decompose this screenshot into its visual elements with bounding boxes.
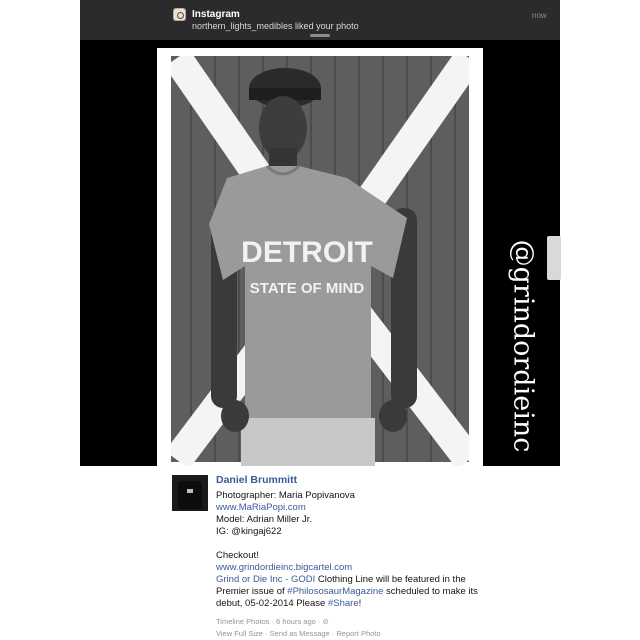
globe-icon: ⊘ [322, 617, 329, 626]
view-full-size-link[interactable]: View Full Size [216, 629, 263, 638]
notification-grabber-handle[interactable] [310, 34, 330, 37]
watermark-text-container: @grindordieinc [507, 236, 539, 456]
caption-exclaim: ! [358, 598, 362, 609]
share-hashtag-link[interactable]: #Share [328, 598, 359, 609]
store-link[interactable]: www.grindordieinc.bigcartel.com [216, 562, 516, 574]
caption-debut-line: debut, 05-02-2014 Please #Share! [216, 598, 516, 610]
caption-model: Model: Adrian Miller Jr. [216, 514, 313, 525]
avatar-tshirt-icon [178, 481, 202, 509]
post-meta: Timeline Photos · 6 hours ago · ⊘ [216, 617, 329, 626]
caption-featured-line: Grind or Die Inc - GODI Clothing Line wi… [216, 574, 516, 586]
caption-instagram: IG: @kingaj622 [216, 526, 282, 537]
author-avatar[interactable] [172, 475, 208, 511]
magazine-hashtag-link[interactable]: #PhilososaurMagazine [287, 586, 383, 597]
meta-source-link[interactable]: Timeline Photos [216, 617, 270, 626]
notification-app-name: Instagram [192, 9, 240, 20]
report-photo-link[interactable]: Report Photo [336, 629, 380, 638]
shirt-print-line1: DETROIT [241, 236, 373, 269]
photographer-website-link[interactable]: www.MaRiaPopi.com [216, 502, 516, 514]
photo-actions: View Full Size · Send as Message · Repor… [216, 629, 381, 638]
caption-premier-text: Premier issue of [216, 586, 288, 597]
caption-scheduled-text: scheduled to make its [383, 586, 478, 597]
post-caption: Photographer: Maria Popivanova www.MaRia… [216, 490, 516, 610]
door-handle [547, 236, 561, 280]
caption-debut-text: debut, 05-02-2014 Please [216, 598, 328, 609]
send-as-message-link[interactable]: Send as Message [270, 629, 330, 638]
notification-message: northern_lights_medibles liked your phot… [192, 21, 359, 31]
watermark-handle: @grindordieinc [507, 239, 539, 453]
notification-time: now [532, 11, 547, 20]
avatar-logo-icon [187, 489, 193, 493]
notification-banner[interactable]: Instagram northern_lights_medibles liked… [80, 0, 560, 40]
caption-photographer: Photographer: Maria Popivanova [216, 490, 355, 501]
instagram-icon [173, 8, 186, 21]
brand-page-link[interactable]: Grind or Die Inc - GODI [216, 574, 315, 585]
caption-featured-text: Clothing Line will be featured in the [315, 574, 466, 585]
screenshot-frame: Instagram northern_lights_medibles liked… [80, 0, 640, 640]
caption-checkout: Checkout! [216, 550, 259, 561]
meta-time: 6 hours ago [276, 617, 316, 626]
author-name-link[interactable]: Daniel Brummitt [216, 474, 297, 486]
post-photo[interactable]: DETROIT STATE OF MIND [157, 48, 483, 466]
caption-premier-line: Premier issue of #PhilososaurMagazine sc… [216, 586, 516, 598]
shirt-print-line2: STATE OF MIND [250, 280, 365, 297]
post-details: Daniel Brummitt Photographer: Maria Popi… [160, 466, 640, 640]
photo-image: DETROIT STATE OF MIND [157, 48, 483, 466]
